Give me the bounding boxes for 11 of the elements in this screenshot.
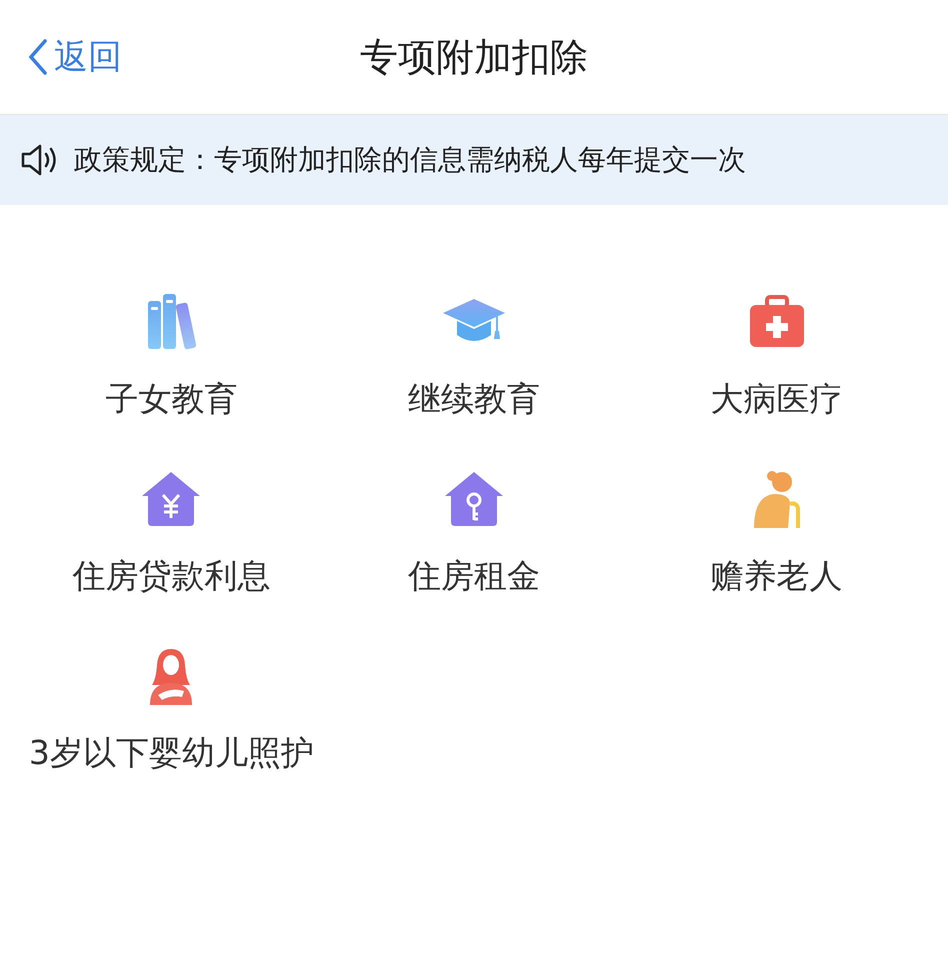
deduction-item[interactable]: 3岁以下婴幼儿照护 <box>28 645 314 778</box>
deduction-item[interactable]: 住房租金 <box>408 468 540 602</box>
notice-text: 政策规定：专项附加扣除的信息需纳税人每年提交一次 <box>74 142 746 178</box>
deduction-item[interactable]: 大病医疗 <box>710 291 843 424</box>
deduction-item[interactable]: 赡养老人 <box>710 468 843 602</box>
deduction-item[interactable]: 住房贷款利息 <box>72 468 270 602</box>
deduction-item[interactable]: 子女教育 <box>105 291 238 424</box>
page-title: 专项附加扣除 <box>359 34 589 80</box>
back-chevron-icon <box>28 39 48 75</box>
deduction-item[interactable]: 继续教育 <box>408 291 540 424</box>
back-button[interactable]: 返回 <box>24 30 126 84</box>
